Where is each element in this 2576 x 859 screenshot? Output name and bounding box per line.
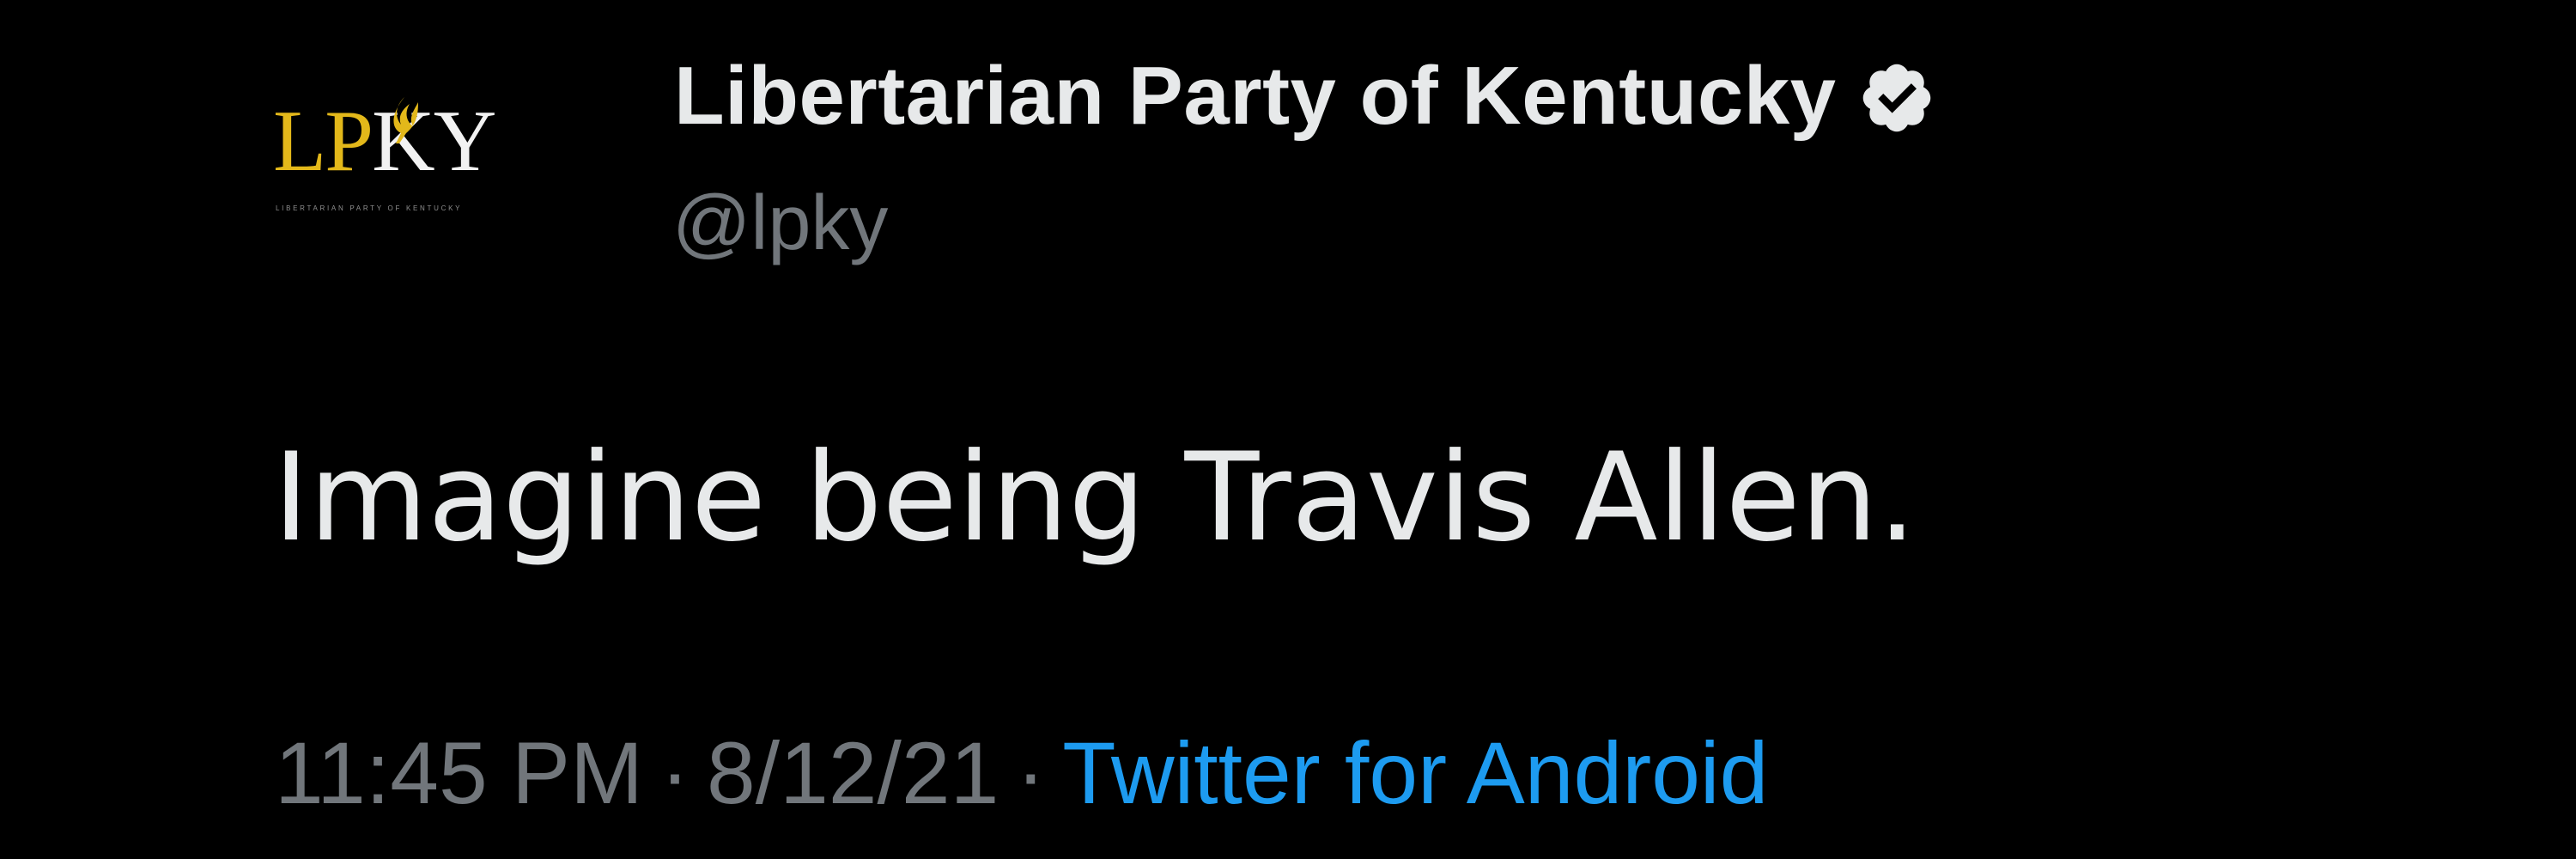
logo-letters-ky-wrap: KY [372,82,496,202]
torch-icon [393,97,419,143]
tweet-text: Imagine being Travis Allen. [273,427,1917,569]
meta-separator: · [1016,724,1046,822]
author-name-row: Libertarian Party of Kentucky [674,36,1936,156]
logo-letters-lp: LP [273,93,374,190]
logo-subtitle: LIBERTARIAN PARTY OF KENTUCKY [276,204,463,212]
author-handle[interactable]: @lpky [672,176,888,271]
tweet-date[interactable]: 8/12/21 [707,724,999,822]
tweet-meta: 11:45 PM · 8/12/21 · Twitter for Android [275,722,1768,825]
tweet-time[interactable]: 11:45 PM [275,724,643,822]
logo: LP KY [273,82,496,202]
verified-badge-icon [1862,64,1930,132]
tweet-card: LP KY LIBERTARIAN PARTY OF KENTUCKY Libe… [0,0,2576,859]
avatar[interactable]: LP KY LIBERTARIAN PARTY OF KENTUCKY [273,82,591,232]
display-name[interactable]: Libertarian Party of Kentucky [674,36,1837,156]
tweet-source-link[interactable]: Twitter for Android [1062,724,1768,822]
meta-separator: · [660,724,690,822]
